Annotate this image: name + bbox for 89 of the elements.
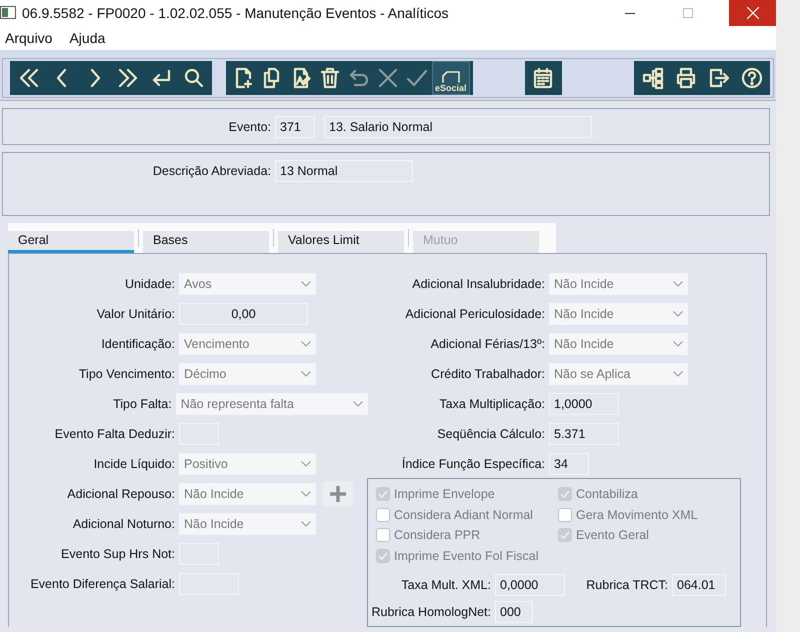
chevron-down-icon — [353, 401, 363, 407]
checkbox[interactable] — [558, 508, 572, 522]
input-field[interactable]: 13. Salario Normal — [324, 116, 592, 138]
tab[interactable]: Bases — [143, 231, 269, 253]
field-label: Evento Sup Hrs Not: — [60, 547, 175, 561]
menu-item[interactable]: Arquivo — [0, 30, 58, 46]
input-field[interactable]: 0,00 — [179, 303, 308, 325]
field-label: Crédito Trabalhador: — [430, 367, 545, 381]
field-label: Descrição Abreviada: — [152, 163, 271, 180]
chevron-down-icon — [673, 371, 683, 377]
field-label: Rubrica TRCT: — [585, 578, 668, 592]
input-field[interactable]: 13 Normal — [275, 160, 413, 182]
chevron-down-icon — [301, 521, 311, 527]
field-label: Rubrica HomologNet: — [370, 605, 491, 620]
field-label: Taxa Multiplicação: — [438, 397, 545, 411]
checkbox[interactable] — [558, 487, 572, 502]
folder-outline-icon — [440, 71, 462, 83]
chevron-down-icon — [301, 461, 311, 467]
chevron-down-icon — [301, 491, 311, 497]
checkbox-label: Contabiliza — [576, 487, 638, 502]
plus-icon — [329, 485, 347, 503]
input-field[interactable]: 000 — [495, 601, 533, 624]
dropdown[interactable]: Avos — [179, 273, 316, 295]
checkbox[interactable] — [376, 548, 390, 563]
checkbox-label: Gera Movimento XML — [576, 508, 698, 522]
dropdown[interactable]: Não Incide — [179, 483, 316, 505]
field-label: Identificação: — [100, 337, 175, 351]
field-label: Adicional Noturno: — [72, 517, 175, 531]
checkbox[interactable] — [558, 528, 572, 542]
field-label: Evento Diferença Salarial: — [29, 577, 175, 591]
field-label: Adicional Insalubridade: — [411, 277, 545, 291]
minimize-icon — [625, 12, 635, 14]
close-icon — [746, 7, 758, 19]
dropdown[interactable]: Não se Aplica — [549, 363, 688, 385]
chevron-down-icon — [301, 341, 311, 347]
chevron-down-icon — [301, 371, 311, 377]
input-field[interactable]: 371 — [275, 116, 315, 138]
dropdown[interactable]: Não Incide — [549, 333, 688, 355]
input-field[interactable]: 064.01 — [672, 574, 726, 596]
chevron-down-icon — [673, 281, 683, 287]
checkmark-icon — [378, 552, 388, 560]
help-icon — [740, 66, 764, 90]
field-label: Incide Líquido: — [92, 457, 175, 471]
dropdown[interactable]: Não Incide — [549, 303, 688, 325]
dropdown[interactable]: Positivo — [179, 453, 316, 475]
checkmark-icon — [560, 531, 570, 540]
checkbox-label: Considera PPR — [394, 528, 480, 542]
field-label: Taxa Mult. XML: — [400, 578, 491, 592]
field-label: Tipo Falta: — [112, 397, 172, 411]
menu-item[interactable]: Ajuda — [64, 30, 112, 46]
input-field[interactable]: 0,0000 — [495, 574, 565, 596]
checkbox[interactable] — [376, 528, 390, 542]
tab[interactable]: Geral — [8, 231, 134, 253]
field-label: Evento Falta Deduzir: — [54, 427, 175, 441]
dropdown[interactable]: Não Incide — [179, 513, 316, 535]
input-field[interactable]: 1,0000 — [549, 393, 619, 415]
field-label: Índice Função Específica: — [400, 457, 545, 471]
input-field[interactable]: 5.371 — [549, 423, 619, 445]
tab[interactable]: Valores Limit — [278, 231, 404, 253]
chevron-down-icon — [673, 311, 683, 317]
checkbox-label: Evento Geral — [576, 528, 649, 542]
dropdown[interactable]: Vencimento — [179, 333, 316, 355]
checkbox-label: Imprime Envelope — [394, 487, 495, 502]
input-field[interactable]: 34 — [549, 453, 589, 475]
close-button[interactable] — [729, 0, 776, 26]
chevron-down-icon — [673, 341, 683, 347]
toolbar-button[interactable]: eSocial — [431, 61, 471, 95]
checkbox-label: Imprime Evento Fol Fiscal — [394, 548, 538, 563]
field-label: Evento: — [228, 120, 271, 134]
field-label: Adicional Periculosidade: — [404, 307, 545, 321]
field-label: Valor Unitário: — [96, 307, 175, 321]
checkmark-icon — [560, 490, 570, 498]
checkbox-label: Considera Adiant Normal — [394, 508, 533, 522]
checkbox[interactable] — [376, 487, 390, 502]
hierarchy-icon — [640, 66, 664, 90]
field-label: Adicional Repouso: — [66, 487, 175, 501]
field-label: Tipo Vencimento: — [78, 367, 175, 381]
checkbox[interactable] — [376, 508, 390, 522]
add-button[interactable] — [323, 481, 353, 507]
window-title: 06.9.5582 - FP0020 - 1.02.02.055 - Manutenção Eventos - Analíticos — [22, 5, 450, 21]
dropdown[interactable]: Não Incide — [549, 273, 688, 295]
maximize-icon — [683, 8, 693, 18]
field-label: Adicional Férias/13º: — [430, 337, 545, 351]
chevron-down-icon — [301, 281, 311, 287]
field-label: Seqüência Cálculo: — [436, 427, 545, 441]
checkmark-icon — [378, 490, 388, 498]
dropdown[interactable]: Não representa falta — [176, 393, 368, 415]
field-label: Unidade: — [124, 277, 175, 291]
dropdown[interactable]: Décimo — [179, 363, 316, 385]
